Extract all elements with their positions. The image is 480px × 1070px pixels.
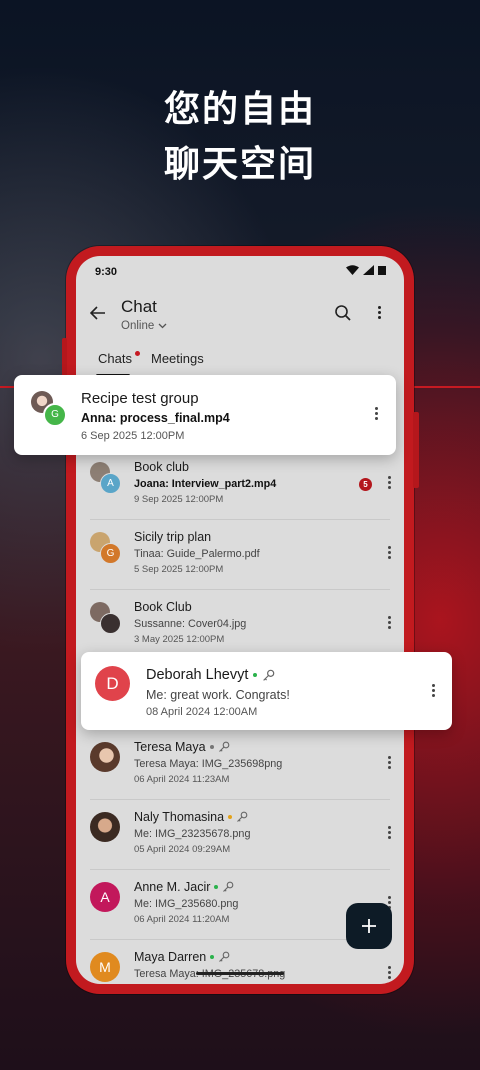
chat-last-message: Teresa Maya: IMG_235698png [134,758,283,770]
promo-headline-2: 聊天空间 [163,144,316,185]
status-bar: 9:30 [76,256,404,288]
key-icon [237,811,248,822]
signal-icon [363,265,374,275]
avatar: D [95,666,130,701]
chat-card-recipe-test-group[interactable]: G Recipe test group Anna: process_final.… [14,375,396,455]
promo-headline-1: 您的自由 [163,89,316,130]
avatar: M [90,952,120,982]
plus-icon [362,919,376,933]
more-vert-icon[interactable] [432,684,436,697]
chat-name: Deborah Lhevyt [146,667,249,683]
more-vert-icon[interactable] [388,754,392,771]
presence-dot [210,955,215,959]
more-vert-icon[interactable] [388,614,392,631]
more-vert-icon[interactable] [375,407,379,420]
chat-row-book-club-2[interactable]: Book Club Sussanne: Cover04.jpg 3 May 20… [76,590,404,660]
more-vert-icon[interactable] [388,824,392,841]
presence-dot [253,673,258,677]
more-vert-icon[interactable] [388,964,392,981]
presence-dot [228,815,233,819]
chat-row-sicily-trip-plan[interactable]: G Sicily trip plan Tinaa: Guide_Palermo.… [76,520,404,590]
chat-name: Book club [134,460,189,474]
presence-dot [209,745,214,749]
unread-indicator-dot [135,351,140,356]
phone-screen: 9:30 Chat Online Chats Meetings A Book c… [76,256,404,984]
chat-name: Sicily trip plan [134,530,212,544]
chat-name: Teresa Maya [134,740,206,754]
presence-status-dropdown[interactable]: Online [121,320,167,332]
chat-date: 06 April 2024 11:23AM [134,774,230,785]
chat-last-message: Joana: Interview_part2.mp4 [134,478,277,490]
more-vert-icon[interactable] [378,306,382,319]
app-bar: Chat Online [76,288,404,344]
back-arrow-icon[interactable] [90,306,106,320]
avatar [90,742,120,772]
chat-row-naly-thomasina[interactable]: Naly Thomasina Me: IMG_23235678.png 05 A… [76,800,404,870]
battery-icon [378,265,386,275]
chat-name: Maya Darren [134,950,207,964]
chat-last-message: Me: IMG_23235678.png [134,828,251,840]
new-chat-fab[interactable] [346,903,392,949]
chat-name: Naly Thomasina [134,810,225,824]
presence-dot [214,885,219,889]
chat-last-message: Anna: process_final.mp4 [81,411,230,425]
tab-meetings[interactable]: Meetings [151,351,204,366]
phone-side-button-right [413,412,419,488]
chat-row-teresa-maya[interactable]: Teresa Maya Teresa Maya: IMG_235698png 0… [76,730,404,800]
chat-date: 5 Sep 2025 12:00PM [134,564,224,575]
group-avatar: G [90,532,121,564]
chat-date: 06 April 2024 11:20AM [134,914,230,925]
chat-date: 08 April 2024 12:00AM [146,706,258,718]
key-icon [219,951,230,962]
chat-name: Recipe test group [81,390,199,407]
home-indicator [196,972,284,975]
group-avatar [90,602,121,634]
wifi-icon [346,265,359,275]
tab-bar: Chats Meetings [76,346,404,377]
chat-row-book-club[interactable]: A Book club Joana: Interview_part2.mp4 9… [76,450,404,520]
chat-date: 3 May 2025 12:00PM [134,634,225,645]
group-avatar: G [31,391,67,427]
key-icon [218,741,229,752]
chat-name: Book Club [134,600,192,614]
chat-last-message: Tinaa: Guide_Palermo.pdf [134,548,260,560]
group-avatar: A [90,462,121,494]
avatar [90,812,120,842]
key-icon [223,881,234,892]
tab-chats[interactable]: Chats [98,351,132,366]
search-icon[interactable] [334,304,352,322]
status-time: 9:30 [95,266,118,278]
avatar: A [90,882,120,912]
more-vert-icon[interactable] [388,474,392,491]
chat-last-message: Me: IMG_235680.png [134,898,239,910]
chat-date: 6 Sep 2025 12:00PM [81,430,185,442]
more-vert-icon[interactable] [388,544,392,561]
chat-name: Anne M. Jacir [134,880,211,894]
chat-card-deborah-lhevyt[interactable]: D Deborah Lhevyt Me: great work. Congrat… [81,652,452,730]
page-title: Chat [121,297,157,316]
unread-count-badge: 5 [359,478,372,491]
chat-date: 05 April 2024 09:29AM [134,844,231,855]
key-icon [263,669,275,681]
chevron-down-icon [158,323,167,329]
presence-status-label: Online [121,320,155,332]
chat-last-message: Sussanne: Cover04.jpg [134,618,247,630]
chat-date: 9 Sep 2025 12:00PM [134,494,224,505]
accent-line-right [414,386,480,388]
chat-last-message: Me: great work. Congrats! [146,688,290,702]
